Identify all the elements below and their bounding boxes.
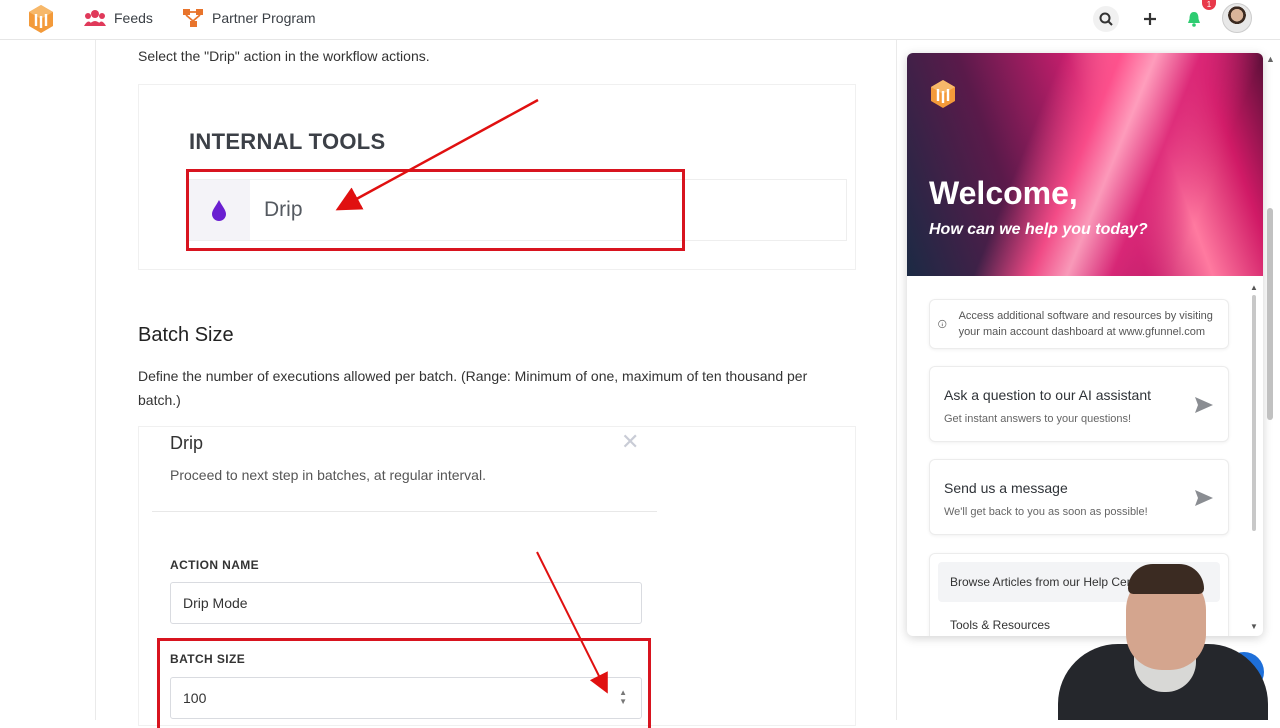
notifications-button[interactable]: [1181, 6, 1207, 32]
top-navigation: Feeds Partner Program 1: [0, 0, 1280, 40]
action-name-field: Drip Mode: [170, 582, 642, 624]
tools-resources-link[interactable]: Tools & Resources: [950, 618, 1050, 632]
ai-assistant-card[interactable]: Ask a question to our AI assistant Get i…: [929, 366, 1229, 442]
action-name-value: Drip Mode: [183, 595, 248, 611]
batch-size-label: BATCH SIZE: [170, 652, 246, 666]
send-message-subtitle: We'll get back to you as soon as possibl…: [944, 506, 1148, 518]
article-content: Select the "Drip" action in the workflow…: [95, 40, 897, 728]
send-message-card[interactable]: Send us a message We'll get back to you …: [929, 459, 1229, 535]
scroll-up-icon[interactable]: ▲: [1250, 283, 1258, 292]
search-button[interactable]: [1093, 6, 1119, 32]
network-icon: [183, 9, 203, 27]
bell-icon: [1188, 12, 1200, 27]
stepper-icon: ▲ ▼: [619, 688, 627, 706]
highlight-box: [186, 169, 685, 251]
search-icon: [1099, 12, 1113, 26]
users-icon: [84, 10, 106, 26]
divider: [152, 511, 657, 512]
screenshot-internal-tools: INTERNAL TOOLS Drip: [138, 84, 856, 270]
webcam-overlay: [1056, 560, 1280, 720]
welcome-heading: Welcome,: [929, 175, 1078, 211]
intro-text: Select the "Drip" action in the workflow…: [138, 48, 430, 64]
widget-scroll-thumb[interactable]: [1252, 295, 1256, 531]
nav-partner-label: Partner Program: [212, 10, 316, 26]
batch-size-value: 100: [183, 690, 207, 706]
ai-assistant-subtitle: Get instant answers to your questions!: [944, 413, 1132, 425]
internal-tools-heading: INTERNAL TOOLS: [189, 129, 386, 154]
info-card: Access additional software and resources…: [929, 299, 1229, 349]
add-button[interactable]: [1137, 6, 1163, 32]
plus-icon: [1144, 13, 1156, 25]
screenshot-drip-panel: Drip ✕ Proceed to next step in batches, …: [138, 426, 856, 728]
panel-title: Drip: [170, 433, 204, 453]
scroll-up-icon[interactable]: ▲: [1266, 54, 1275, 64]
send-icon: [1195, 490, 1213, 506]
help-widget-hero: Welcome, How can we help you today?: [907, 53, 1263, 276]
send-message-title: Send us a message: [944, 480, 1068, 496]
user-avatar[interactable]: [1222, 3, 1252, 33]
help-widget: Welcome, How can we help you today? Acce…: [907, 53, 1263, 636]
nav-feeds[interactable]: Feeds: [84, 8, 153, 28]
send-icon: [1195, 397, 1213, 413]
ai-assistant-title: Ask a question to our AI assistant: [944, 387, 1152, 403]
batch-size-description: Define the number of executions allowed …: [138, 368, 808, 408]
close-icon: ✕: [621, 429, 640, 454]
gfunnel-logo-icon: [931, 80, 955, 108]
info-icon: [938, 319, 947, 329]
batch-size-field: 100 ▲ ▼: [170, 677, 642, 719]
action-name-label: ACTION NAME: [170, 558, 260, 572]
batch-size-heading: Batch Size: [138, 324, 234, 346]
panel-subtitle: Proceed to next step in batches, at regu…: [170, 467, 486, 483]
welcome-subtitle: How can we help you today?: [929, 221, 1148, 238]
nav-feeds-label: Feeds: [114, 10, 153, 26]
page-scroll-thumb[interactable]: [1267, 208, 1273, 420]
info-text: Access additional software and resources…: [958, 310, 1213, 338]
notification-badge: 1: [1202, 0, 1216, 10]
nav-partner-program[interactable]: Partner Program: [182, 8, 315, 28]
gfunnel-logo-icon[interactable]: [28, 4, 54, 34]
